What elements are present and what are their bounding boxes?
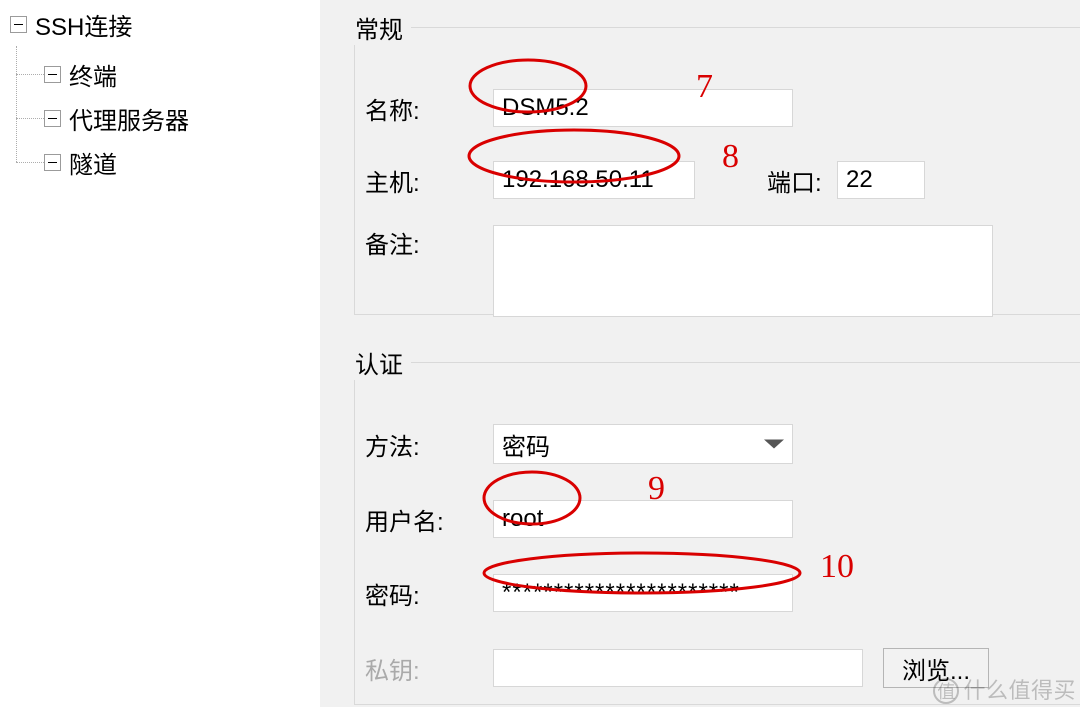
- watermark: 值什么值得买: [933, 673, 1076, 705]
- collapse-icon[interactable]: [10, 16, 27, 33]
- group-title-general: 常规: [353, 10, 411, 45]
- label-key: 私钥:: [365, 651, 493, 686]
- label-host: 主机:: [365, 163, 493, 198]
- method-value: 密码: [502, 427, 550, 462]
- user-input[interactable]: [493, 500, 793, 538]
- tree-item-proxy[interactable]: 代理服务器: [16, 96, 320, 140]
- label-port: 端口:: [767, 163, 837, 198]
- label-method: 方法:: [365, 427, 493, 462]
- tree-label: 终端: [69, 57, 117, 92]
- group-auth: 认证 方法: 密码 用户名: 密码: 私钥: 浏览...: [354, 345, 1080, 705]
- group-general: 常规 名称: 主机: 端口: 备注:: [354, 10, 1080, 315]
- annotation-label-8: 8: [722, 138, 739, 176]
- annotation-label-7: 7: [696, 68, 713, 106]
- collapse-icon[interactable]: [44, 154, 61, 171]
- chevron-down-icon: [764, 440, 784, 449]
- annotation-label-10: 10: [820, 548, 854, 586]
- label-pass: 密码:: [365, 576, 493, 611]
- pass-input[interactable]: [493, 574, 793, 612]
- label-user: 用户名:: [365, 502, 493, 537]
- tree-item-ssh[interactable]: SSH连接: [0, 2, 320, 46]
- tree-label: SSH连接: [35, 7, 132, 42]
- tree-label: 隧道: [69, 145, 117, 180]
- collapse-icon[interactable]: [44, 66, 61, 83]
- label-name: 名称:: [365, 91, 493, 126]
- collapse-icon[interactable]: [44, 110, 61, 127]
- category-tree: SSH连接 终端 代理服务器 隧道: [0, 0, 320, 707]
- port-input[interactable]: [837, 161, 925, 199]
- label-note: 备注:: [365, 225, 493, 260]
- host-input[interactable]: [493, 161, 695, 199]
- note-input[interactable]: [493, 225, 993, 317]
- key-input: [493, 649, 863, 687]
- tree-item-terminal[interactable]: 终端: [16, 52, 320, 96]
- annotation-label-9: 9: [648, 470, 665, 508]
- method-select[interactable]: 密码: [493, 424, 793, 464]
- tree-item-tunnel[interactable]: 隧道: [16, 140, 320, 184]
- group-title-auth: 认证: [353, 345, 411, 380]
- name-input[interactable]: [493, 89, 793, 127]
- form-panel: 常规 名称: 主机: 端口: 备注: 认证 方法: 密码 用户名:: [320, 0, 1080, 707]
- tree-label: 代理服务器: [69, 101, 189, 136]
